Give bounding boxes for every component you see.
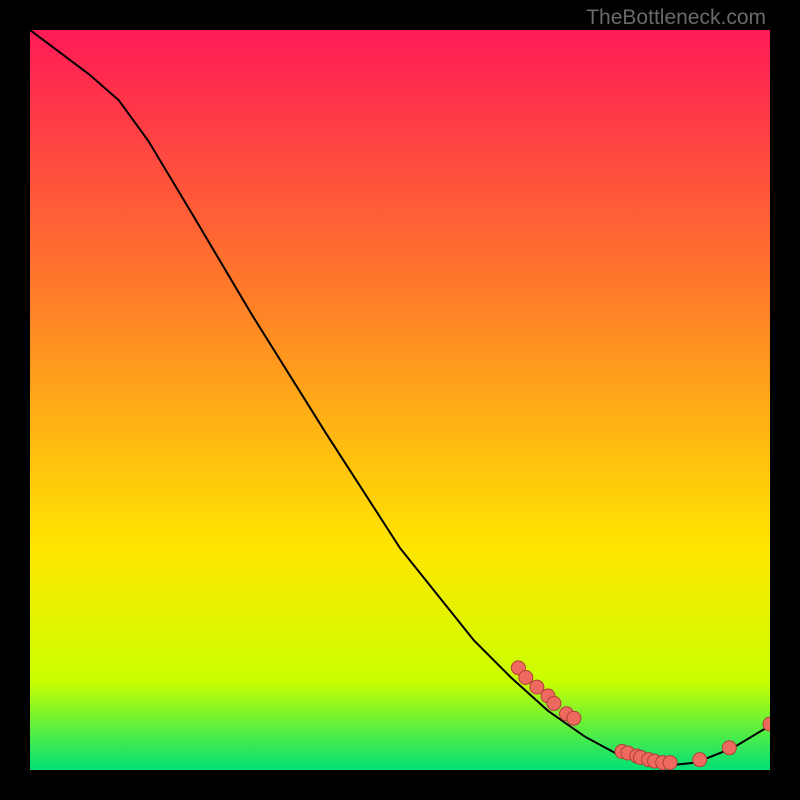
data-point — [547, 696, 561, 710]
chart-plot — [30, 30, 770, 770]
gradient-background — [30, 30, 770, 770]
data-point — [567, 711, 581, 725]
watermark-text: TheBottleneck.com — [586, 6, 766, 30]
data-point — [663, 756, 677, 770]
data-point — [693, 753, 707, 767]
data-point — [519, 671, 533, 685]
data-point — [722, 741, 736, 755]
